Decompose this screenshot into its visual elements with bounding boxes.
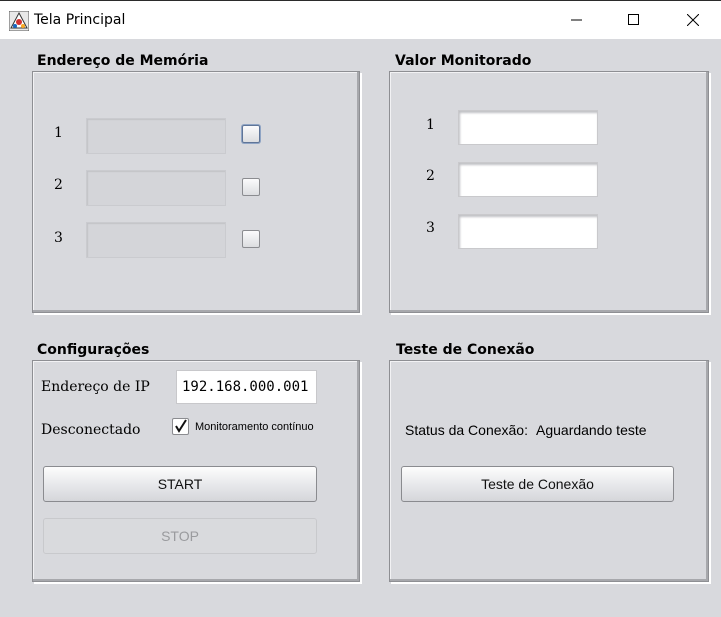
connection-status-value: Aguardando teste (536, 422, 647, 438)
monitor-row-2-label: 2 (426, 168, 435, 184)
monitor-value-field-3[interactable] (458, 214, 598, 249)
config-panel: Endereço de IP 192.168.000.001 Desconect… (32, 360, 360, 582)
memory-row-2-label: 2 (54, 177, 63, 193)
memory-address-field-1[interactable] (86, 118, 226, 154)
test-connection-button[interactable]: Teste de Conexão (401, 466, 674, 502)
connection-panel-title: Teste de Conexão (396, 342, 535, 358)
maximize-icon (628, 14, 639, 25)
memory-address-field-2[interactable] (86, 170, 226, 206)
monitor-panel: 1 2 3 (389, 71, 709, 313)
connection-status-text: Desconectado (41, 422, 141, 438)
monitor-panel-title: Valor Monitorado (395, 53, 532, 69)
start-button[interactable]: START (43, 466, 317, 502)
memory-checkbox-1[interactable] (242, 125, 260, 143)
close-button[interactable] (670, 1, 716, 39)
close-icon (687, 14, 699, 26)
minimize-button[interactable] (554, 1, 600, 39)
connection-panel: Status da Conexão: Aguardando teste Test… (389, 360, 709, 582)
monitor-value-field-2[interactable] (458, 162, 598, 197)
continuous-monitoring-label: Monitoramento contínuo (195, 421, 314, 433)
maximize-button[interactable] (611, 1, 657, 39)
minimize-icon (571, 19, 582, 21)
title-bar: Tela Principal (0, 0, 721, 39)
config-panel-title: Configurações (37, 342, 150, 358)
monitor-row-3-label: 3 (426, 220, 435, 236)
memory-checkbox-2[interactable] (242, 178, 260, 196)
memory-panel: 1 2 3 (32, 71, 360, 313)
stop-button[interactable]: STOP (43, 518, 317, 554)
java-app-icon (9, 11, 29, 31)
monitor-value-field-1[interactable] (458, 110, 598, 145)
main-content: Endereço de Memória 1 2 3 Valor Monitora… (0, 39, 721, 617)
check-icon (175, 419, 187, 433)
memory-panel-title: Endereço de Memória (37, 53, 209, 69)
window-title: Tela Principal (34, 12, 126, 28)
ip-label: Endereço de IP (41, 379, 150, 395)
memory-address-field-3[interactable] (86, 222, 226, 258)
memory-checkbox-3[interactable] (242, 230, 260, 248)
memory-row-3-label: 3 (54, 230, 63, 246)
continuous-monitoring-checkbox[interactable] (172, 418, 189, 435)
ip-address-input[interactable]: 192.168.000.001 (176, 370, 317, 404)
connection-status-label: Status da Conexão: (405, 422, 528, 438)
monitor-row-1-label: 1 (426, 117, 435, 133)
memory-row-1-label: 1 (54, 125, 63, 141)
